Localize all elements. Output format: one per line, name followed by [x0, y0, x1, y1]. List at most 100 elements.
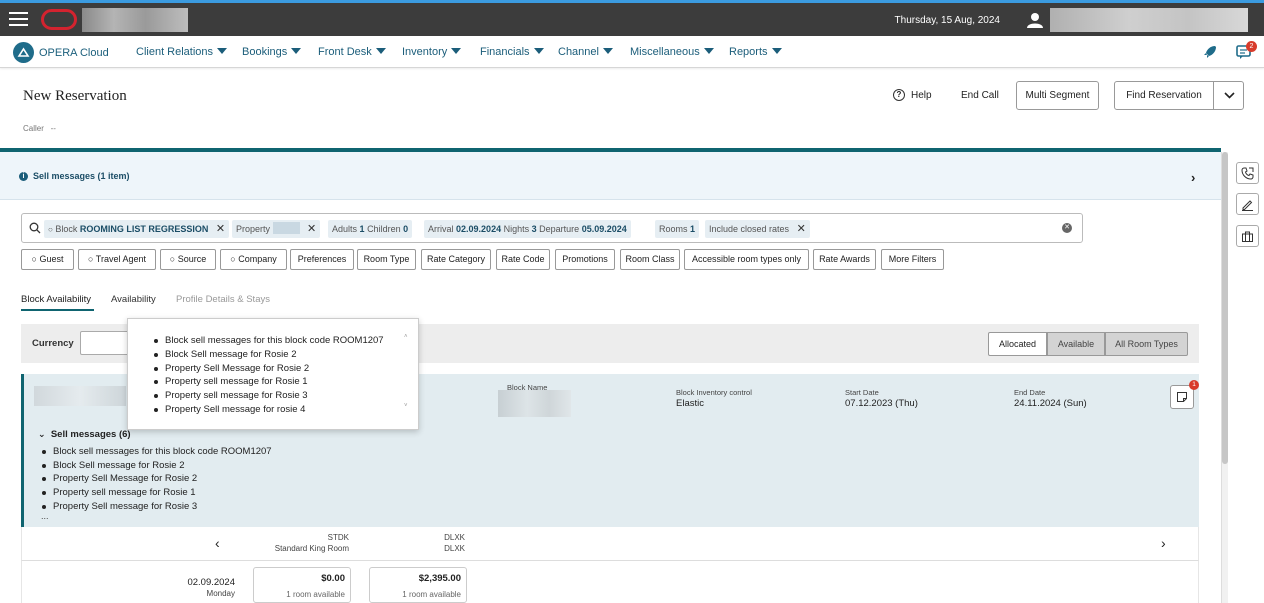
list-item: Property sell message for Rosie 3 [154, 389, 384, 403]
tab-profile-details: Profile Details & Stays [176, 294, 270, 305]
remove-closed-rates-icon[interactable]: ✕ [797, 223, 806, 235]
filter-guest-button[interactable]: ○ Guest [21, 249, 74, 270]
end-call-button[interactable]: End Call [961, 90, 999, 101]
multi-segment-button[interactable]: Multi Segment [1016, 81, 1099, 110]
search-icon [29, 222, 41, 234]
chip-include-closed-rates: Include closed rates ✕ [705, 220, 810, 238]
hamburger-menu-icon[interactable] [9, 12, 28, 27]
brand[interactable]: OPERA Cloud [13, 42, 109, 63]
business-date: Thursday, 15 Aug, 2024 [894, 15, 1000, 26]
rocket-icon[interactable] [1201, 43, 1219, 61]
start-date-label: Start Date [845, 388, 879, 397]
popover-scroll-up-icon[interactable]: ˄ [404, 334, 408, 340]
sell-messages-list: Block sell messages for this block code … [42, 445, 272, 513]
nav-financials[interactable]: Financials [480, 46, 544, 58]
rate-cell[interactable]: $0.00 1 room available [253, 567, 351, 603]
main-nav: OPERA Cloud Client Relations Bookings Fr… [0, 36, 1264, 68]
find-reservation-dropdown[interactable] [1215, 82, 1244, 109]
brand-name: OPERA Cloud [39, 46, 109, 59]
user-icon: ○ [31, 254, 37, 264]
filter-promotions-button[interactable]: Promotions [555, 249, 615, 270]
end-date-label: End Date [1014, 388, 1046, 397]
rate-amount: $0.00 [321, 573, 345, 584]
filter-travel-agent-button[interactable]: ○ Travel Agent [78, 249, 156, 270]
currency-label: Currency [32, 338, 74, 349]
page-title: New Reservation [23, 88, 127, 104]
briefcase-button[interactable] [1236, 225, 1259, 247]
scrollbar-thumb[interactable] [1222, 152, 1228, 464]
note-icon [1177, 392, 1187, 402]
popover-scroll-down-icon[interactable]: ˅ [404, 403, 408, 409]
phone-call-button[interactable] [1236, 162, 1259, 184]
help-icon: ? [893, 89, 905, 101]
nav-client-relations[interactable]: Client Relations [136, 46, 228, 58]
list-item: Block Sell message for Rosie 2 [154, 348, 384, 362]
caller-info: Caller -- [23, 124, 56, 133]
previous-room-types-icon[interactable]: ‹ [215, 535, 220, 551]
filter-company-button[interactable]: ○ Company [220, 249, 287, 270]
find-reservation-button[interactable]: Find Reservation [1115, 82, 1214, 109]
more-filters-button[interactable]: More Filters [881, 249, 944, 270]
nav-miscellaneous[interactable]: Miscellaneous [630, 46, 714, 58]
briefcase-icon [1242, 231, 1253, 242]
more-messages-indicator: ... [41, 511, 49, 521]
popover-message-list: Block sell messages for this block code … [154, 334, 384, 417]
room-type-code: STDK [327, 533, 349, 542]
nav-front-desk[interactable]: Front Desk [318, 46, 386, 58]
nav-inventory[interactable]: Inventory [402, 46, 462, 58]
list-item: Block sell messages for this block code … [154, 334, 384, 348]
filter-rate-awards-button[interactable]: Rate Awards [813, 249, 876, 270]
available-toggle[interactable]: Available [1047, 332, 1105, 356]
list-item: Property Sell message for Rosie 3 [42, 500, 272, 514]
filter-room-class-button[interactable]: Room Class [620, 249, 680, 270]
search-criteria-bar[interactable]: ○ Block ROOMING LIST REGRESSION ✕ Proper… [21, 213, 1083, 243]
filter-preferences-button[interactable]: Preferences [290, 249, 354, 270]
user-icon[interactable] [1026, 11, 1044, 29]
chip-property: Property ✕ [232, 220, 321, 238]
phone-icon [1241, 167, 1254, 180]
remove-block-icon[interactable]: ✕ [216, 223, 225, 235]
list-item: Property sell message for Rosie 1 [42, 486, 272, 500]
redacted-block-code [34, 386, 126, 406]
stay-date: 02.09.2024 [187, 577, 235, 588]
remove-property-icon[interactable]: ✕ [307, 223, 316, 235]
redacted-property-name [82, 8, 188, 32]
caret-down-icon [602, 48, 613, 54]
all-room-types-toggle[interactable]: All Room Types [1105, 332, 1188, 356]
filter-source-button[interactable]: ○ Source [160, 249, 216, 270]
active-tab-indicator [21, 309, 94, 311]
filter-room-type-button[interactable]: Room Type [357, 249, 416, 270]
inventory-control-label: Block Inventory control [676, 388, 752, 397]
chevron-right-icon[interactable]: › [1191, 170, 1195, 185]
nav-bookings[interactable]: Bookings [242, 46, 302, 58]
room-type-name: Standard King Room [274, 544, 349, 553]
next-room-types-icon[interactable]: › [1161, 535, 1166, 551]
nav-channel[interactable]: Channel [558, 46, 613, 58]
nav-reports[interactable]: Reports [729, 46, 782, 58]
user-icon: ○ [230, 254, 236, 264]
caret-down-icon [703, 48, 714, 54]
sell-messages-banner[interactable]: i Sell messages (1 item) › [0, 152, 1221, 200]
stay-day: Monday [206, 589, 235, 598]
edit-button[interactable] [1236, 193, 1259, 215]
user-icon: ○ [169, 254, 176, 264]
filter-accessible-rooms-button[interactable]: Accessible room types only [684, 249, 809, 270]
sell-messages-toggle[interactable]: ⌄ Sell messages (6) [38, 429, 131, 440]
filter-rate-code-button[interactable]: Rate Code [496, 249, 550, 270]
clear-search-icon[interactable]: ✕ [1062, 223, 1072, 233]
tab-block-availability[interactable]: Block Availability [21, 294, 91, 305]
filter-rate-category-button[interactable]: Rate Category [421, 249, 491, 270]
room-type-code: DLXK [444, 533, 465, 542]
allocated-toggle[interactable]: Allocated [988, 332, 1047, 356]
redacted-user-info [1050, 8, 1248, 32]
currency-input[interactable] [80, 331, 130, 355]
chevron-down-icon: ⌄ [38, 429, 46, 439]
user-icon: ○ [88, 254, 94, 264]
caret-down-icon [291, 48, 302, 54]
tab-availability[interactable]: Availability [111, 294, 156, 305]
rate-cell[interactable]: $2,395.00 1 room available [369, 567, 467, 603]
help-link[interactable]: ? Help [893, 89, 932, 101]
inventory-control-value: Elastic [676, 398, 704, 409]
end-date-value: 24.11.2024 (Sun) [1014, 398, 1087, 409]
user-icon: ○ [48, 225, 53, 234]
